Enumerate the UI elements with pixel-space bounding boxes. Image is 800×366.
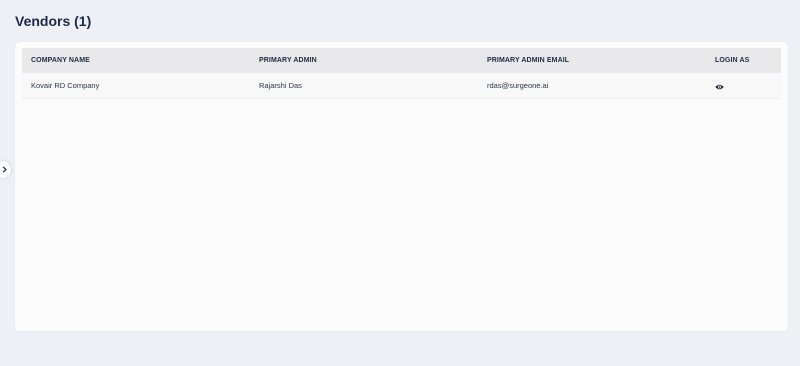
vendors-table: COMPANY NAME PRIMARY ADMIN PRIMARY ADMIN… — [22, 48, 781, 99]
page-title: Vendors (1) — [15, 13, 92, 29]
column-header-primary-admin[interactable]: PRIMARY ADMIN — [250, 57, 478, 64]
column-header-primary-admin-email[interactable]: PRIMARY ADMIN EMAIL — [478, 57, 706, 64]
chevron-right-icon — [2, 166, 7, 173]
primary-admin-cell: Rajarshi Das — [259, 81, 302, 90]
vendors-card: COMPANY NAME PRIMARY ADMIN PRIMARY ADMIN… — [15, 42, 788, 331]
login-as-cell — [706, 81, 781, 90]
eye-icon — [715, 84, 724, 90]
company-name-cell: Kovair RD Company — [31, 81, 100, 90]
sidebar-toggle-button[interactable] — [0, 161, 11, 178]
login-as-button[interactable] — [715, 83, 724, 90]
table-header: COMPANY NAME PRIMARY ADMIN PRIMARY ADMIN… — [22, 48, 781, 73]
primary-admin-email-cell: rdas@surgeone.ai — [487, 81, 549, 90]
column-header-login-as: LOGIN AS — [715, 57, 750, 64]
column-header-company-name[interactable]: COMPANY NAME — [22, 57, 250, 64]
table-row: Kovair RD Company Rajarshi Das rdas@surg… — [22, 73, 781, 99]
